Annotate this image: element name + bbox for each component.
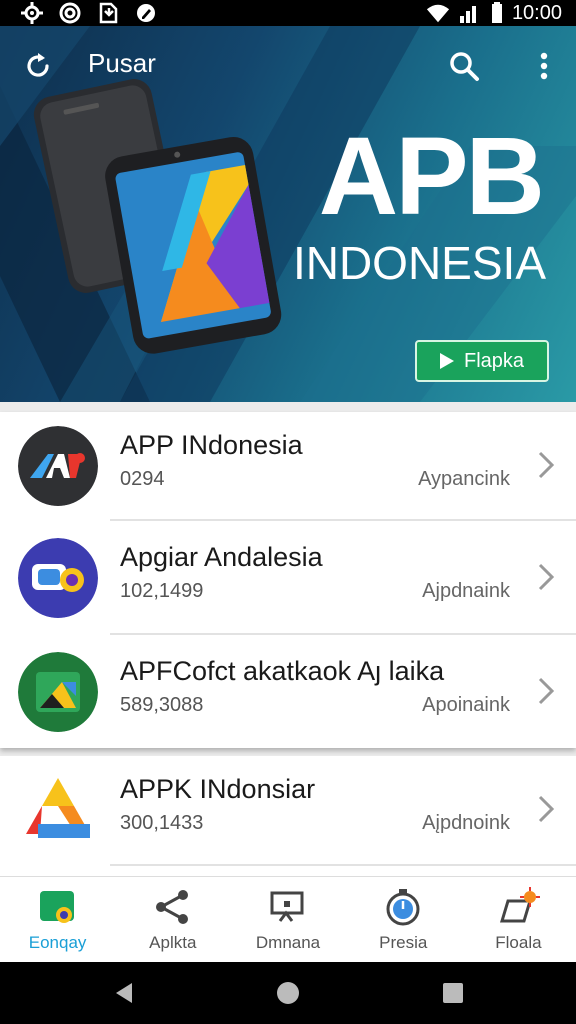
nav-label: Dmnana [255,933,321,952]
search-icon [450,52,479,81]
app-name: APFCofct akatkaok Aȷ laika [120,656,445,686]
play-button-label: Flapka [463,349,525,372]
refresh-icon [27,53,49,77]
signal-icon [458,2,482,24]
brand-subtitle: INDONESIA [292,237,546,289]
divider [110,633,576,635]
app-count: 102,1499 [120,580,204,602]
system-navigation-bar [0,962,576,1024]
home-map-icon [36,887,80,927]
flag-burst-icon [496,887,541,927]
app-name: Apgiar Andalesia [120,542,323,572]
bottom-navigation: Eonqay Aplkta Dmnana Presia Floala [0,876,576,962]
app-name: APP INdonesia [120,430,303,460]
refresh-button[interactable] [18,46,58,86]
nav-item-presia[interactable]: Presia [346,877,461,962]
play-button[interactable]: Flapka [415,340,549,382]
apfcofct-logo-icon [18,652,98,732]
settings-gear-icon [20,2,44,24]
app-meta: Aypancink [418,468,510,490]
app-count: 0294 [120,468,165,490]
chevron-right-icon [538,451,555,479]
recents-icon[interactable] [440,980,466,1006]
phones-illustration [30,66,290,356]
nav-label: Presia [379,933,428,952]
chevron-right-icon [538,563,555,591]
edit-icon [134,2,158,24]
status-bar: 10:00 [0,0,576,26]
list-item[interactable]: APP INdonesia 0294 Aypancink [0,412,576,524]
app-list-card: APPK INdonsiar 300,1433 Aįpdnoink [0,756,576,876]
app-meta: Apoinaink [422,694,510,716]
app-indonesia-logo-icon [18,426,98,506]
download-icon [96,2,120,24]
target-icon [58,2,82,24]
hero-banner: Pusar APB INDONESIA Flapka [0,26,576,402]
status-left-icons [20,0,158,26]
stopwatch-icon [381,887,425,927]
app-list-card: APP INdonesia 0294 Aypancink Apgiar Anda… [0,412,576,748]
apgiar-logo-icon [18,538,98,618]
list-item[interactable]: APPK INdonsiar 300,1433 Aįpdnoink [0,756,576,868]
nav-item-dmnana[interactable]: Dmnana [230,877,345,962]
app-meta: Aįpdnoink [422,812,510,834]
share-icon [151,887,195,927]
app-meta: Ajpdnaink [422,580,510,602]
app-count: 589,3088 [120,694,204,716]
page-title: Pusar [88,48,156,78]
wifi-icon [426,2,450,24]
nav-label: Aplkta [149,933,197,952]
divider [110,519,576,521]
home-icon[interactable] [275,980,301,1006]
more-options-button[interactable] [524,46,564,86]
back-icon[interactable] [112,980,138,1006]
battery-icon [490,2,504,24]
app-name: APPK INdonsiar [120,774,316,804]
divider [110,864,576,866]
chevron-right-icon [538,677,555,705]
nav-label: Eonqay [28,933,87,952]
search-button[interactable] [444,46,484,86]
app-count: 300,1433 [120,812,204,834]
more-vert-icon [540,52,548,80]
appk-logo-icon [18,770,98,850]
nav-item-floala[interactable]: Floala [461,877,576,962]
list-item[interactable]: Apgiar Andalesia 102,1499 Ajpdnaink [0,524,576,636]
brand-title: APB [318,115,545,238]
list-item[interactable]: APFCofct akatkaok Aȷ laika 589,3088 Apoi… [0,638,576,750]
cast-icon [266,887,310,927]
nav-item-eonqay[interactable]: Eonqay [0,877,115,962]
chevron-right-icon [538,795,555,823]
status-right-icons: 10:00 [426,0,562,26]
play-icon [439,353,454,369]
nav-item-aplkta[interactable]: Aplkta [115,877,230,962]
status-time: 10:00 [511,1,562,24]
nav-label: Floala [495,933,542,952]
